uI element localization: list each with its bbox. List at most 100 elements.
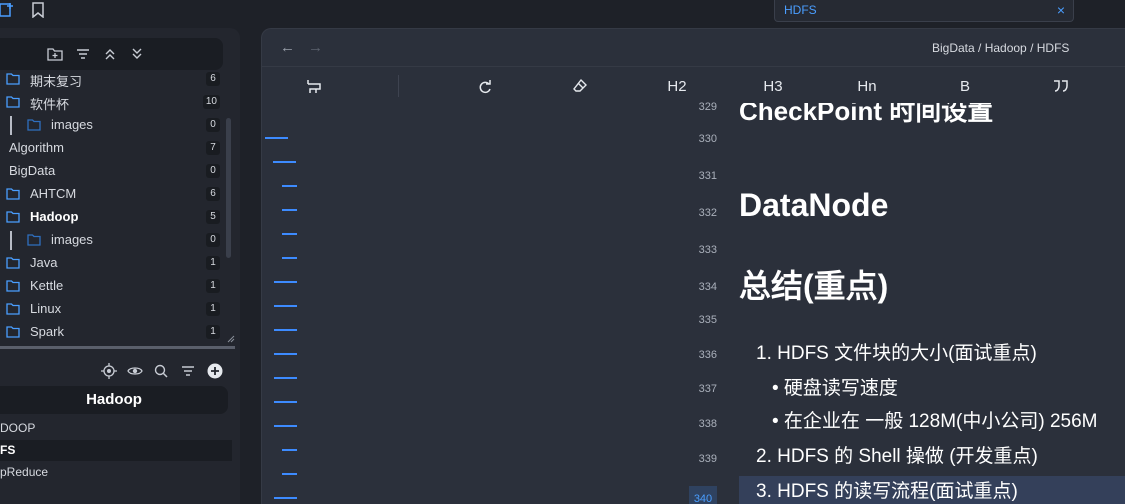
close-icon[interactable]: ×: [1057, 2, 1065, 18]
new-note-icon[interactable]: [0, 0, 18, 20]
tree-item-label: Kettle: [30, 278, 64, 293]
count-badge: 0: [206, 118, 220, 132]
add-icon[interactable]: [206, 362, 224, 380]
collapse-all-icon[interactable]: [102, 46, 118, 62]
tree-item-label: 期末复习: [30, 74, 83, 89]
tree-item[interactable]: 软件杯 10: [0, 91, 226, 114]
outline-item[interactable]: FS: [0, 440, 232, 461]
forward-arrow-icon[interactable]: →: [308, 39, 323, 56]
tree-item[interactable]: images 0: [0, 229, 226, 252]
folder-icon: [27, 118, 41, 131]
file-tree: 期末复习 6 软件杯 10 images 0 Algorithm 7 BigData 0 AHTCM…: [0, 68, 230, 348]
tree-item[interactable]: Hadoop 5: [0, 206, 226, 229]
heading-n-button[interactable]: Hn: [856, 75, 878, 97]
minimap-line: [274, 425, 297, 427]
folder-icon: [6, 187, 20, 200]
back-arrow-icon[interactable]: ←: [280, 39, 295, 56]
editor-nav: ← → BigData / Hadoop / HDFS: [262, 29, 1125, 67]
line-number: 339: [698, 453, 717, 465]
minimap-line: [265, 137, 288, 139]
outline-item[interactable]: pReduce: [0, 462, 232, 483]
line-number: 334: [698, 281, 717, 293]
minimap[interactable]: [262, 103, 332, 504]
clear-format-icon[interactable]: [569, 75, 591, 97]
editor-panel: ← → BigData / Hadoop / HDFS H2 H3 Hn B 3…: [261, 28, 1125, 504]
tree-item[interactable]: BigData 0: [0, 160, 226, 183]
format-toolbar: H2 H3 Hn B: [262, 69, 1125, 103]
outline-title: Hadoop: [0, 386, 228, 414]
indent-guide: [10, 116, 12, 135]
count-badge: 6: [206, 187, 220, 201]
minimap-line: [282, 449, 297, 451]
count-badge: 1: [206, 302, 220, 316]
heading2-button[interactable]: H2: [666, 75, 688, 97]
line-number: 333: [698, 244, 717, 256]
minimap-line: [274, 401, 297, 403]
tree-item[interactable]: 期末复习 6: [0, 68, 226, 91]
minimap-line: [274, 329, 297, 331]
heading-partial: CheckPoint 时间设置: [739, 103, 994, 126]
minimap-line: [274, 305, 297, 307]
outline-item[interactable]: DOOP: [0, 418, 232, 439]
tree-item-label: 软件杯: [30, 97, 70, 112]
new-folder-icon[interactable]: [47, 46, 63, 62]
pane-divider[interactable]: [0, 346, 235, 349]
expand-all-icon[interactable]: [129, 46, 145, 62]
folder-icon: [6, 210, 20, 223]
line-number: 337: [698, 383, 717, 395]
count-badge: 0: [206, 233, 220, 247]
locate-icon[interactable]: [100, 362, 118, 380]
count-badge: 5: [206, 210, 220, 224]
minimap-line: [274, 353, 297, 355]
indent-guide: [10, 231, 12, 250]
tree-item[interactable]: AHTCM 6: [0, 183, 226, 206]
filter-icon[interactable]: [179, 362, 197, 380]
line-number: 338: [698, 418, 717, 430]
tree-scrollbar[interactable]: [226, 118, 231, 258]
file-toolbar: [0, 38, 223, 70]
search-icon[interactable]: [152, 362, 170, 380]
folder-icon: [6, 302, 20, 315]
minimap-line: [282, 257, 297, 259]
search-input[interactable]: HDFS ×: [774, 0, 1074, 22]
bookmark-icon[interactable]: [27, 0, 49, 20]
document-content[interactable]: CheckPoint 时间设置 DataNode 总结(重点) 1. HDFS …: [739, 103, 1125, 504]
tree-item[interactable]: Java 1: [0, 252, 226, 275]
minimap-line: [282, 185, 297, 187]
heading3-button[interactable]: H3: [762, 75, 784, 97]
resize-grip-icon[interactable]: [227, 335, 235, 343]
search-value: HDFS: [784, 3, 817, 17]
count-badge: 1: [206, 256, 220, 270]
tree-item-label: Java: [30, 255, 58, 270]
line-number: 335: [698, 314, 717, 326]
format-painter-icon[interactable]: [304, 75, 326, 97]
breadcrumb: BigData / Hadoop / HDFS: [932, 41, 1070, 55]
line-number-gutter: 329 330 331 332 333 334 335 336 337 338 339 340: [687, 101, 717, 504]
tree-item[interactable]: images 0: [0, 114, 226, 137]
app-window: HDFS × 期末复习 6 软件杯 10 images 0 Algorithm 7 BigDat…: [0, 0, 1125, 504]
line-number: 340: [689, 486, 717, 504]
minimap-line: [274, 497, 297, 499]
heading-datanode: DataNode: [739, 187, 889, 223]
list-item: • 硬盘读写速度: [772, 378, 898, 399]
tree-item[interactable]: Spark 1: [0, 321, 226, 344]
tree-item[interactable]: Kettle 1: [0, 275, 226, 298]
tree-item-label: Algorithm: [9, 140, 64, 155]
list-item: 3. HDFS 的读写流程(面试重点): [756, 481, 1018, 502]
line-number: 336: [698, 349, 717, 361]
tree-item[interactable]: Algorithm 7: [0, 137, 226, 160]
minimap-line: [274, 281, 297, 283]
eye-icon[interactable]: [126, 362, 144, 380]
sort-icon[interactable]: [75, 46, 91, 62]
folder-icon: [6, 325, 20, 338]
line-number: 330: [698, 133, 717, 145]
folder-icon: [6, 279, 20, 292]
tree-item[interactable]: Linux 1: [0, 298, 226, 321]
outline-toolbar: [0, 358, 235, 384]
bold-button[interactable]: B: [954, 75, 976, 97]
redo-icon[interactable]: [474, 75, 496, 97]
tree-item-label: BigData: [9, 163, 56, 178]
quote-icon[interactable]: [1050, 75, 1072, 97]
count-badge: 7: [206, 141, 220, 155]
folder-icon: [6, 72, 20, 85]
